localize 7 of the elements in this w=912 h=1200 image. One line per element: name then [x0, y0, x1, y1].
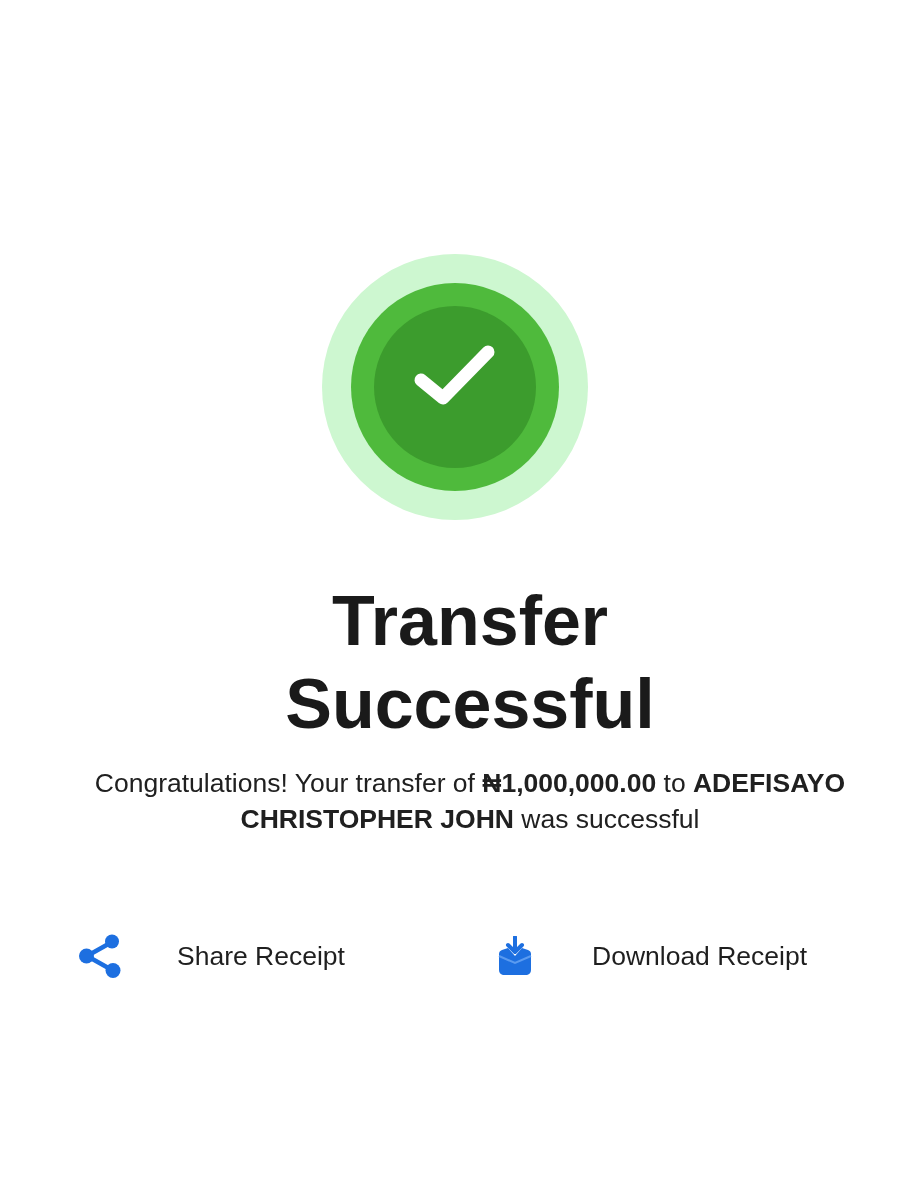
download-receipt-button[interactable]: Download Receipt [496, 934, 808, 978]
success-message: Congratulations! Your transfer of ₦1,000,000.00 to ADEFISAYO CHRISTOPHER JOHN was successful [93, 767, 847, 836]
share-receipt-button[interactable]: Share Receipt [79, 934, 345, 978]
success-check-icon [322, 254, 588, 520]
success-title: Transfer Successful [284, 581, 656, 745]
share-icon [79, 934, 121, 978]
download-icon [496, 936, 534, 976]
